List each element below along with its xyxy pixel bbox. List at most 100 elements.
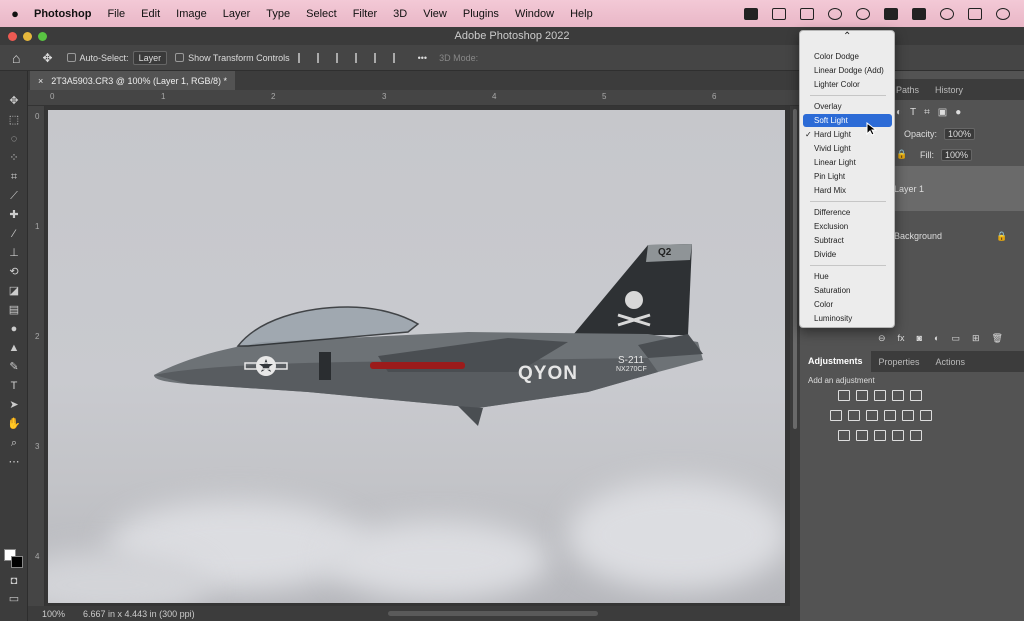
- smart-filter-icon[interactable]: ▣: [938, 107, 947, 119]
- blend-hard-mix[interactable]: Hard Mix: [803, 184, 892, 197]
- menu-select[interactable]: Select: [298, 8, 345, 20]
- more-tools-icon[interactable]: ⋯: [7, 456, 21, 469]
- align-top-icon[interactable]: [354, 52, 366, 63]
- auto-select-checkbox[interactable]: Auto-Select:: [66, 53, 129, 63]
- lock-icon[interactable]: 🔒: [896, 149, 907, 160]
- document-image[interactable]: QYON Q2 S-211 NX270CF: [48, 110, 785, 603]
- filter-toggle-icon[interactable]: ●: [955, 107, 961, 119]
- home-icon[interactable]: ⌂: [12, 50, 20, 66]
- hue-sat-icon[interactable]: [830, 410, 842, 421]
- history-brush-icon[interactable]: ⟲: [7, 266, 21, 279]
- monitor-icon[interactable]: [884, 7, 898, 20]
- levels-icon[interactable]: [856, 390, 868, 401]
- bluetooth-icon[interactable]: [996, 7, 1010, 20]
- shape-filter-icon[interactable]: ⌗: [924, 107, 930, 119]
- blend-divide[interactable]: Divide: [803, 248, 892, 261]
- crop-icon[interactable]: ⌗: [7, 171, 21, 184]
- align-middle-icon[interactable]: [373, 52, 385, 63]
- brightness-icon[interactable]: [838, 390, 850, 401]
- close-tab-icon[interactable]: ×: [38, 76, 43, 86]
- alert-icon[interactable]: [828, 7, 842, 20]
- opacity-field[interactable]: 100%: [944, 128, 976, 140]
- lasso-icon[interactable]: ◌: [7, 133, 21, 146]
- move-tool-icon[interactable]: ✥: [42, 51, 52, 65]
- blend-lighter-color[interactable]: Lighter Color: [803, 78, 892, 91]
- menu-app[interactable]: Photoshop: [30, 8, 99, 20]
- minimize-window-button[interactable]: [23, 32, 32, 41]
- app-icon[interactable]: [912, 7, 926, 20]
- threshold-icon[interactable]: [874, 430, 886, 441]
- blend-hue[interactable]: Hue: [803, 270, 892, 283]
- apple-icon[interactable]: ●: [0, 6, 30, 21]
- transform-controls-checkbox[interactable]: Show Transform Controls: [175, 53, 290, 63]
- mask-icon[interactable]: ◙: [917, 333, 922, 347]
- blend-overlay[interactable]: Overlay: [803, 100, 892, 113]
- fill-field[interactable]: 100%: [941, 149, 973, 161]
- tab-history[interactable]: History: [927, 85, 971, 95]
- type-filter-icon[interactable]: T: [910, 107, 916, 119]
- align-left-icon[interactable]: [297, 52, 309, 63]
- close-window-button[interactable]: [8, 32, 17, 41]
- camera-icon[interactable]: [744, 7, 758, 20]
- zoom-window-button[interactable]: [38, 32, 47, 41]
- blend-subtract[interactable]: Subtract: [803, 234, 892, 247]
- quick-mask-icon[interactable]: ◘: [7, 575, 21, 588]
- fx-icon[interactable]: fx: [898, 333, 905, 347]
- menu-3d[interactable]: 3D: [385, 8, 415, 20]
- path-select-icon[interactable]: ➤: [7, 399, 21, 412]
- selective-color-icon[interactable]: [910, 430, 922, 441]
- menu-help[interactable]: Help: [562, 8, 601, 20]
- wifi-off-icon[interactable]: [968, 7, 982, 20]
- menu-plugins[interactable]: Plugins: [455, 8, 507, 20]
- blend-pin-light[interactable]: Pin Light: [803, 170, 892, 183]
- exposure-icon[interactable]: [892, 390, 904, 401]
- clock-icon[interactable]: [940, 7, 954, 20]
- flame-icon[interactable]: [856, 7, 870, 20]
- blend-color[interactable]: Color: [803, 298, 892, 311]
- move-icon[interactable]: ✥: [7, 95, 21, 108]
- menu-layer[interactable]: Layer: [215, 8, 259, 20]
- bw-icon[interactable]: [866, 410, 878, 421]
- vertical-ruler[interactable]: 0 1 2 3 4: [28, 106, 45, 606]
- vibrance-icon[interactable]: [910, 390, 922, 401]
- color-balance-icon[interactable]: [848, 410, 860, 421]
- screen-icon[interactable]: [800, 7, 814, 20]
- blend-linear-dodge[interactable]: Linear Dodge (Add): [803, 64, 892, 77]
- stamp-icon[interactable]: ⊥: [7, 247, 21, 260]
- link-icon[interactable]: ⊖: [878, 333, 886, 347]
- align-bottom-icon[interactable]: [392, 52, 404, 63]
- gradient-map-icon[interactable]: [892, 430, 904, 441]
- blend-linear-light[interactable]: Linear Light: [803, 156, 892, 169]
- zoom-icon[interactable]: ⌕: [7, 437, 21, 450]
- document-info[interactable]: 6.667 in x 4.443 in (300 ppi): [83, 609, 195, 619]
- eraser-icon[interactable]: ◪: [7, 285, 21, 298]
- marquee-icon[interactable]: ⬚: [7, 114, 21, 127]
- menu-edit[interactable]: Edit: [133, 8, 168, 20]
- menu-filter[interactable]: Filter: [345, 8, 385, 20]
- quick-select-icon[interactable]: ⁘: [7, 152, 21, 165]
- blend-soft-light[interactable]: Soft Light: [803, 114, 892, 127]
- new-layer-icon[interactable]: ⊞: [972, 333, 980, 347]
- tab-properties[interactable]: Properties: [871, 357, 928, 367]
- channel-mixer-icon[interactable]: [902, 410, 914, 421]
- scroll-up-arrow[interactable]: ⌃: [843, 31, 851, 42]
- healing-icon[interactable]: ✚: [7, 209, 21, 222]
- pen-icon[interactable]: ✎: [7, 361, 21, 374]
- blend-difference[interactable]: Difference: [803, 206, 892, 219]
- color-lookup-icon[interactable]: [920, 410, 932, 421]
- gradient-icon[interactable]: ▤: [7, 304, 21, 317]
- tab-actions[interactable]: Actions: [928, 357, 974, 367]
- photo-filter-icon[interactable]: [884, 410, 896, 421]
- eyedropper-icon[interactable]: ⟋: [7, 190, 21, 203]
- folder-icon[interactable]: ▭: [951, 333, 960, 347]
- horizontal-scrollbar[interactable]: [388, 611, 598, 616]
- dodge-icon[interactable]: ▲: [7, 342, 21, 355]
- adjustment-filter-icon[interactable]: ◐: [896, 107, 902, 119]
- menu-view[interactable]: View: [415, 8, 455, 20]
- blend-saturation[interactable]: Saturation: [803, 284, 892, 297]
- blend-hard-light[interactable]: ✓ Hard Light: [803, 128, 892, 141]
- type-icon[interactable]: T: [7, 380, 21, 393]
- more-options-button[interactable]: •••: [418, 53, 427, 63]
- trash-icon[interactable]: 🗑: [992, 333, 1003, 347]
- blend-luminosity[interactable]: Luminosity: [803, 312, 892, 325]
